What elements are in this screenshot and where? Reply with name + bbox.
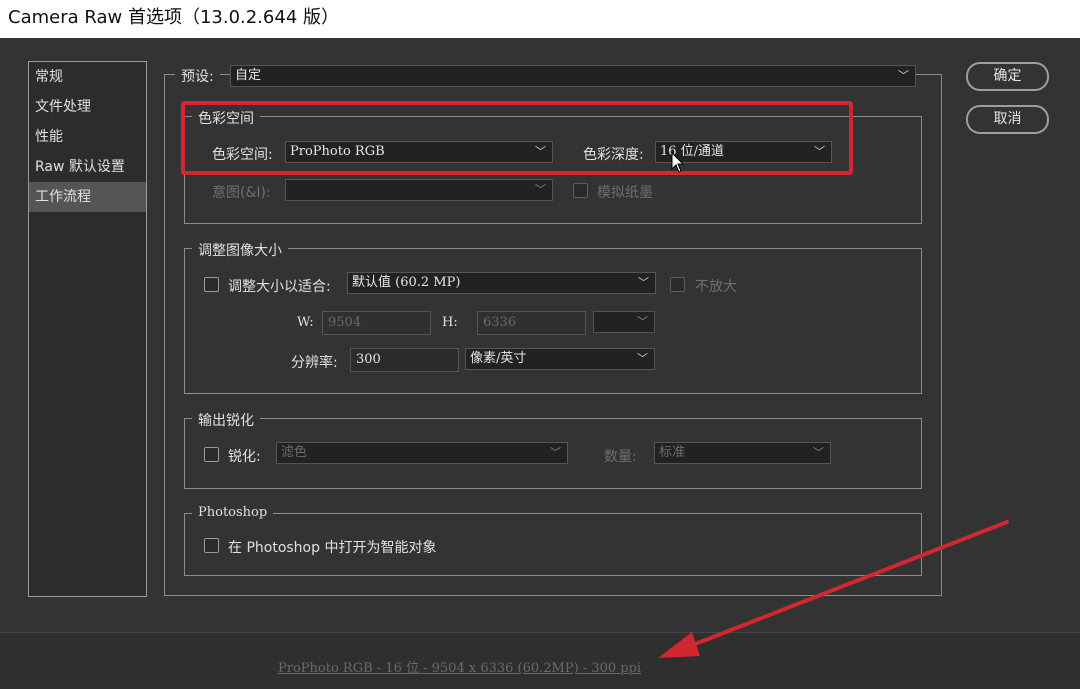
ok-button[interactable]: 确定 — [966, 62, 1049, 91]
resize-fit-label: 调整大小以适合: — [228, 279, 331, 295]
width-label: W: — [297, 315, 314, 330]
chevron-down-icon: ﹀ — [638, 276, 649, 289]
simulate-paper-label: 模拟纸墨 — [597, 185, 653, 201]
amount-label: 数量: — [604, 449, 637, 465]
resize-title: 调整图像大小 — [192, 240, 288, 260]
sidebar-item-performance[interactable]: 性能 — [29, 122, 146, 152]
mouse-cursor-icon — [671, 152, 685, 173]
chevron-down-icon: ﹀ — [535, 183, 546, 196]
sharpen-checkbox[interactable] — [204, 447, 219, 462]
amount-value: 标准 — [659, 445, 686, 460]
width-input[interactable]: 9504 — [322, 311, 431, 335]
preset-value: 自定 — [235, 68, 262, 83]
size-unit-select[interactable]: ﹀ — [593, 311, 655, 333]
simulate-paper-checkbox[interactable] — [573, 183, 588, 198]
resolution-unit-value: 像素/英寸 — [470, 351, 527, 366]
height-label: H: — [442, 315, 458, 330]
sidebar: 常规 文件处理 性能 Raw 默认设置 工作流程 — [28, 61, 147, 597]
sharpen-label: 锐化: — [228, 449, 261, 465]
no-enlarge-label: 不放大 — [695, 279, 737, 295]
smart-object-label: 在 Photoshop 中打开为智能对象 — [228, 540, 437, 556]
photoshop-title: Photoshop — [192, 505, 274, 520]
highlight-box — [181, 101, 853, 175]
chevron-down-icon: ﹀ — [898, 69, 909, 82]
no-enlarge-checkbox[interactable] — [670, 277, 685, 292]
height-input[interactable]: 6336 — [477, 311, 586, 335]
resize-fit-select[interactable]: 默认值 (60.2 MP) ﹀ — [347, 272, 656, 294]
sidebar-item-workflow[interactable]: 工作流程 — [29, 182, 146, 212]
sharpen-select[interactable]: 滤色 ﹀ — [276, 442, 568, 464]
preset-label: 预设: — [175, 66, 220, 86]
resolution-unit-select[interactable]: 像素/英寸 ﹀ — [465, 348, 655, 370]
sharpen-value: 滤色 — [281, 445, 308, 460]
chevron-down-icon: ﹀ — [550, 446, 561, 459]
resize-fit-checkbox[interactable] — [204, 277, 219, 292]
resolution-label: 分辨率: — [291, 355, 338, 371]
resolution-input[interactable]: 300 — [350, 348, 459, 372]
red-arrow-annotation — [658, 520, 1009, 658]
sidebar-item-general[interactable]: 常规 — [29, 62, 146, 92]
resize-fit-value: 默认值 (60.2 MP) — [352, 275, 461, 290]
intent-label: 意图(&I): — [212, 185, 271, 201]
sharpen-title: 输出锐化 — [192, 410, 260, 430]
chevron-down-icon: ﹀ — [637, 352, 648, 365]
sidebar-item-file-handling[interactable]: 文件处理 — [29, 92, 146, 122]
preset-select[interactable]: 自定 ﹀ — [230, 65, 916, 87]
sidebar-item-raw-defaults[interactable]: Raw 默认设置 — [29, 152, 146, 182]
chevron-down-icon: ﹀ — [637, 315, 648, 328]
smart-object-checkbox[interactable] — [204, 538, 219, 553]
amount-select[interactable]: 标准 ﹀ — [654, 442, 831, 464]
workflow-summary-link[interactable]: ProPhoto RGB - 16 位 - 9504 x 6336 (60.2M… — [278, 657, 641, 676]
window-title: Camera Raw 首选项（13.0.2.644 版） — [0, 0, 1080, 38]
cancel-button[interactable]: 取消 — [966, 105, 1049, 134]
intent-select[interactable]: ﹀ — [285, 179, 553, 201]
chevron-down-icon: ﹀ — [813, 446, 824, 459]
